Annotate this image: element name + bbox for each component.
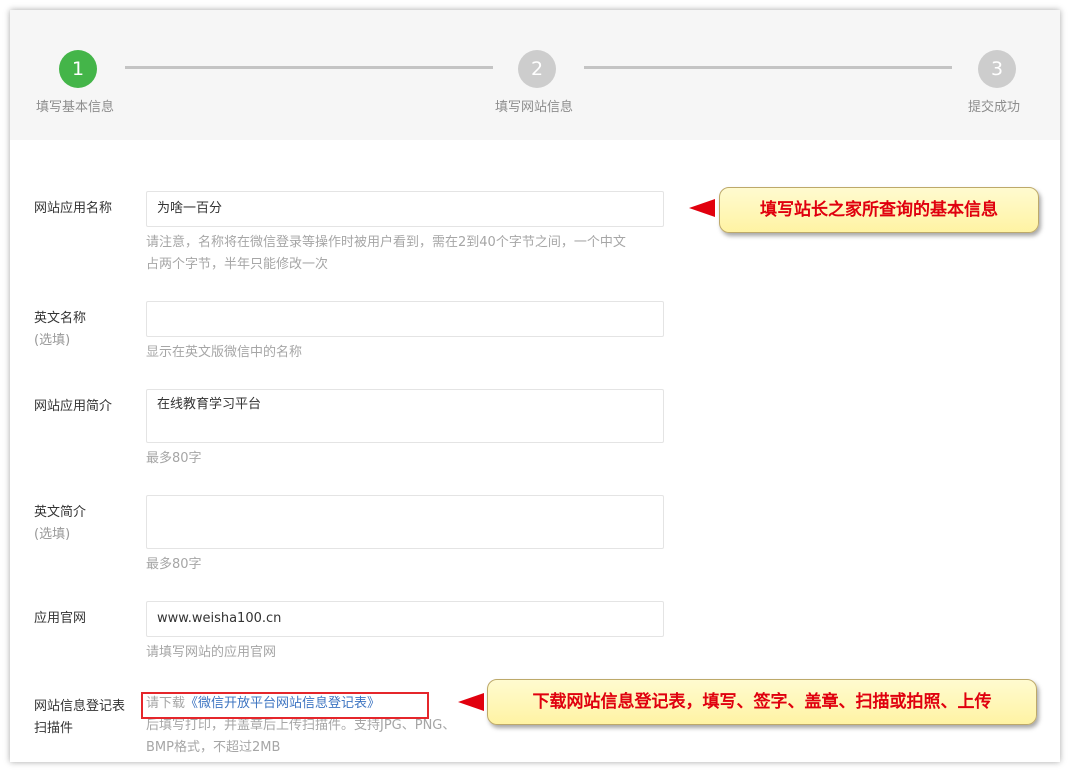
- callout-2: 下载网站信息登记表，填写、签字、盖章、扫描或拍照、上传: [487, 679, 1037, 725]
- english-intro-textarea[interactable]: [146, 495, 664, 549]
- app-name-hint-line2: 占两个字节，半年只能修改一次: [146, 257, 329, 272]
- english-intro-optional: (选填): [34, 527, 71, 542]
- progress-steps: 1 2 3 填写基本信息 填写网站信息 提交成功: [10, 10, 1060, 140]
- english-name-hint: 显示在英文版微信中的名称: [146, 345, 303, 360]
- callout-1: 填写站长之家所查询的基本信息: [719, 187, 1039, 233]
- step-1-circle: 1: [59, 50, 97, 88]
- app-name-label: 网站应用名称: [34, 201, 113, 216]
- step-connector-2: [584, 66, 952, 69]
- english-intro-label: 英文简介 (选填): [34, 502, 86, 546]
- app-name-hint-line1: 请注意，名称将在微信登录等操作时被用户看到，需在2到40个字节之间，一个中文: [146, 235, 626, 250]
- website-hint: 请填写网站的应用官网: [146, 645, 277, 660]
- step-1-label: 填写基本信息: [36, 100, 115, 115]
- step-3-circle: 3: [978, 50, 1016, 88]
- registration-label-line1: 网站信息登记表: [34, 699, 126, 714]
- english-name-optional: (选填): [34, 333, 71, 348]
- step-connector-1: [125, 66, 493, 69]
- english-intro-label-text: 英文简介: [34, 505, 87, 520]
- step-2-label: 填写网站信息: [495, 100, 574, 115]
- app-name-input[interactable]: 为啥一百分: [146, 191, 664, 227]
- callout-2-arrow-icon: [458, 693, 484, 711]
- english-intro-hint: 最多80字: [146, 557, 202, 572]
- step-2-circle: 2: [518, 50, 556, 88]
- website-label: 应用官网: [34, 611, 87, 626]
- registration-label-line2: 扫描件: [34, 721, 74, 736]
- website-input[interactable]: www.weisha100.cn: [146, 601, 664, 637]
- english-name-label-text: 英文名称: [34, 311, 87, 326]
- app-name-hint: 请注意，名称将在微信登录等操作时被用户看到，需在2到40个字节之间，一个中文 占…: [146, 232, 671, 276]
- app-intro-hint: 最多80字: [146, 451, 202, 466]
- registration-label: 网站信息登记表 扫描件: [34, 696, 125, 740]
- app-intro-label: 网站应用简介: [34, 399, 113, 414]
- registration-hint-line3: BMP格式，不超过2MB: [146, 740, 281, 755]
- step-3-label: 提交成功: [968, 100, 1021, 115]
- callout-1-arrow-icon: [689, 199, 715, 217]
- english-name-input[interactable]: [146, 301, 664, 337]
- app-intro-textarea[interactable]: 在线教育学习平台: [146, 389, 664, 443]
- download-link-highlight-box: [141, 692, 429, 719]
- registration-form-panel: 1 2 3 填写基本信息 填写网站信息 提交成功 网站应用名称 为啥一百分 请注…: [10, 10, 1060, 762]
- english-name-label: 英文名称 (选填): [34, 308, 86, 352]
